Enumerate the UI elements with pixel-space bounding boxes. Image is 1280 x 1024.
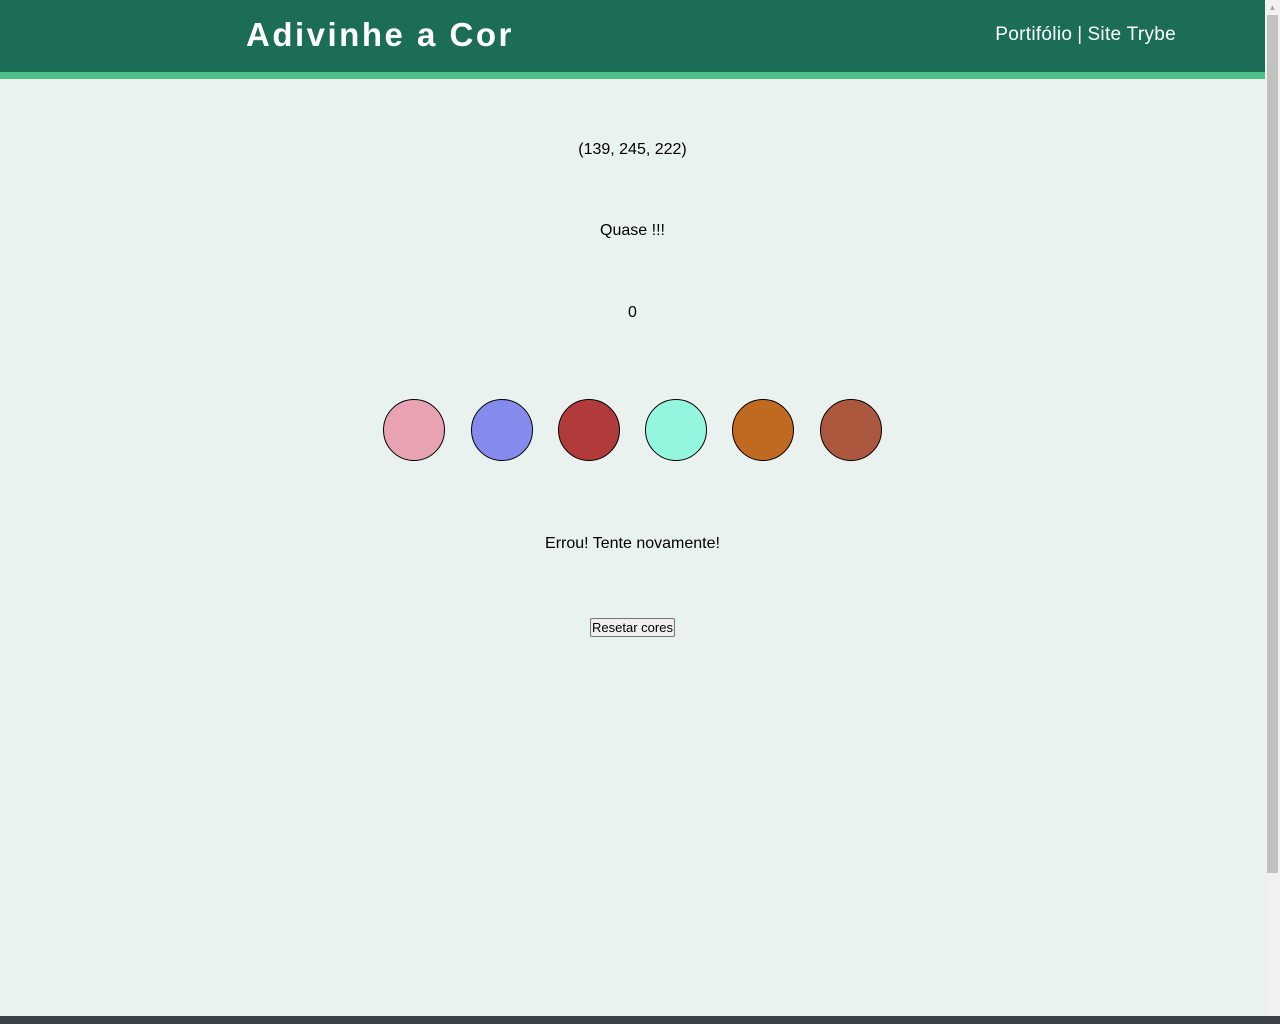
trybe-site-link[interactable]: Site Trybe bbox=[1087, 24, 1176, 45]
color-ball[interactable] bbox=[383, 399, 445, 461]
color-balls bbox=[383, 399, 883, 461]
scrollbar-thumb[interactable] bbox=[1267, 15, 1278, 873]
answer-text: Errou! Tente novamente! bbox=[545, 535, 720, 552]
vertical-scrollbar[interactable]: ▲ bbox=[1265, 0, 1280, 1016]
rgb-color-text: (139, 245, 222) bbox=[578, 141, 687, 158]
hint-text: Quase !!! bbox=[600, 222, 665, 239]
reset-container: Resetar cores bbox=[0, 618, 1265, 637]
link-separator: | bbox=[1077, 24, 1083, 45]
color-ball[interactable] bbox=[820, 399, 882, 461]
color-ball[interactable] bbox=[558, 399, 620, 461]
bottom-bar bbox=[0, 1016, 1280, 1024]
color-ball[interactable] bbox=[471, 399, 533, 461]
portfolio-link[interactable]: Portifólio bbox=[995, 24, 1072, 45]
header-links: Portifólio | Site Trybe bbox=[995, 24, 1176, 46]
color-ball[interactable] bbox=[645, 399, 707, 461]
scroll-up-arrow-icon[interactable]: ▲ bbox=[1265, 0, 1280, 15]
page-title: Adivinhe a Cor bbox=[246, 16, 514, 53]
reset-colors-button[interactable]: Resetar cores bbox=[590, 618, 675, 637]
header: Adivinhe a Cor Portifólio | Site Trybe bbox=[0, 0, 1265, 79]
color-ball[interactable] bbox=[732, 399, 794, 461]
score-text: 0 bbox=[628, 304, 637, 321]
